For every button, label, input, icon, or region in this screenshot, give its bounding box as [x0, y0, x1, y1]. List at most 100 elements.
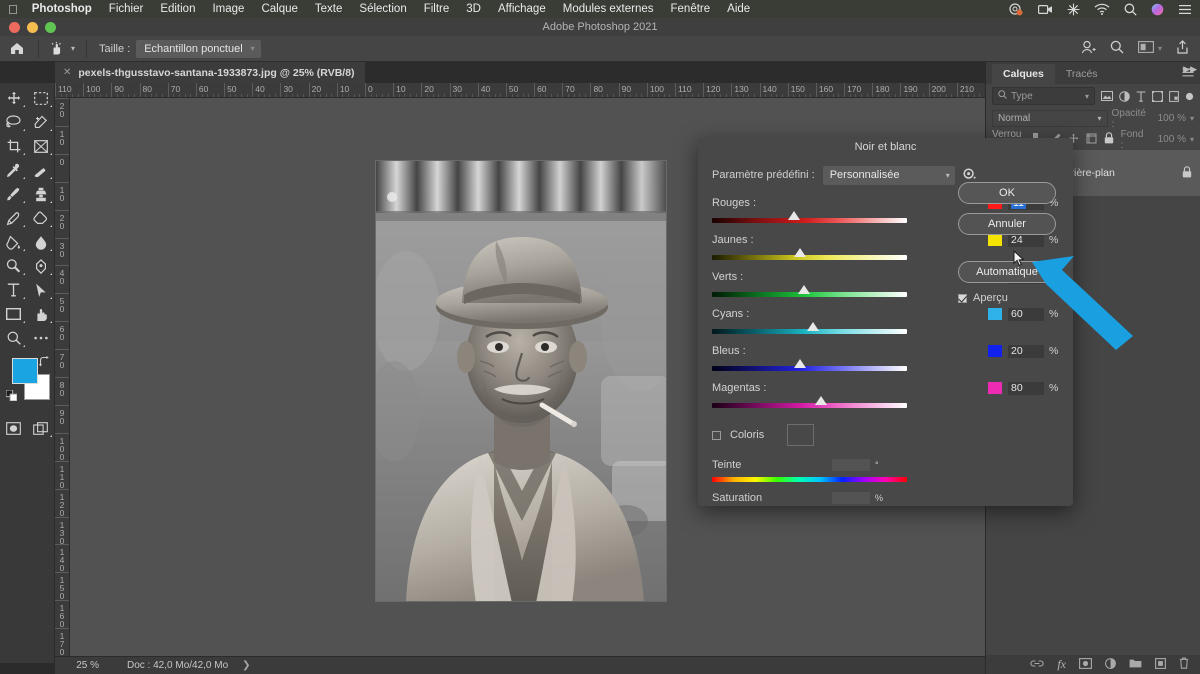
delete-layer-icon[interactable]	[1179, 657, 1189, 672]
blend-mode-select[interactable]: Normal ▾	[992, 110, 1108, 127]
fx-icon[interactable]: fx	[1057, 657, 1066, 672]
channel-slider-knob[interactable]	[807, 322, 820, 331]
siri-icon[interactable]	[1151, 3, 1164, 16]
channel-slider[interactable]	[712, 285, 907, 297]
smartobject-filter-icon[interactable]	[1169, 90, 1179, 102]
quick-mask-icon[interactable]	[0, 416, 27, 440]
frame-tool[interactable]	[27, 134, 54, 158]
vertical-ruler[interactable]: 20 10 0 10 20 30 40 50 60 70 80 90 100 110 120 130 140 15…	[55, 98, 70, 656]
arrange-chevron-icon[interactable]: ▾	[1158, 44, 1162, 53]
lock-artboard-icon[interactable]	[1086, 133, 1097, 147]
channel-slider-knob[interactable]	[793, 248, 806, 257]
channel-slider[interactable]	[712, 248, 907, 260]
menu-item-filtre[interactable]: Filtre	[424, 3, 450, 15]
pixel-filter-icon[interactable]	[1101, 91, 1113, 101]
channel-slider[interactable]	[712, 396, 907, 408]
shape-filter-icon[interactable]	[1152, 90, 1163, 102]
menu-item-aide[interactable]: Aide	[727, 3, 750, 15]
rectangular-marquee-tool[interactable]	[27, 86, 54, 110]
control-center-icon[interactable]	[1178, 4, 1192, 15]
crop-tool[interactable]	[0, 134, 27, 158]
menu-item-texte[interactable]: Texte	[315, 3, 343, 15]
eraser-tool[interactable]	[27, 206, 54, 230]
new-group-icon[interactable]	[1129, 658, 1142, 671]
tint-slider[interactable]	[712, 477, 907, 482]
document-image[interactable]	[375, 160, 667, 602]
collapse-panel-icon[interactable]: ▶▶	[1183, 64, 1197, 75]
cancel-button[interactable]: Annuler	[958, 213, 1056, 235]
user-add-icon[interactable]	[1081, 40, 1096, 57]
screen-mode-icon[interactable]	[27, 416, 54, 440]
rectangle-tool[interactable]	[0, 302, 27, 326]
menu-item-modules-externes[interactable]: Modules externes	[563, 3, 654, 15]
close-tab-icon[interactable]: ✕	[63, 67, 71, 78]
channel-slider-knob[interactable]	[815, 396, 828, 405]
menu-item-image[interactable]: Image	[212, 3, 244, 15]
zoom-level[interactable]: 25 %	[55, 660, 107, 671]
tool-preset-chevron-icon[interactable]: ▾	[69, 44, 82, 53]
pen-tool[interactable]	[27, 254, 54, 278]
eyedropper-tool[interactable]	[0, 158, 27, 182]
preview-checkbox[interactable]	[958, 293, 967, 303]
foreground-color-swatch[interactable]	[12, 358, 38, 384]
lock-all-icon[interactable]	[1104, 132, 1114, 147]
clone-stamp-tool[interactable]	[27, 182, 54, 206]
ok-button[interactable]: OK	[958, 182, 1056, 204]
swap-colors-icon[interactable]	[39, 356, 50, 369]
adjustment-layer-icon[interactable]	[1105, 657, 1116, 672]
menu-item-fenetre[interactable]: Fenêtre	[671, 3, 711, 15]
new-layer-icon[interactable]	[1155, 657, 1166, 672]
channel-slider[interactable]	[712, 211, 907, 223]
search-icon[interactable]	[1124, 3, 1137, 16]
opacity-control[interactable]: Opacité : 100 % ▾	[1112, 108, 1194, 130]
move-tool[interactable]	[0, 86, 27, 110]
tint-input[interactable]	[832, 459, 870, 471]
lasso-tool[interactable]	[0, 110, 27, 134]
preset-select[interactable]: Personnalisée ▾	[822, 165, 955, 185]
video-camera-icon[interactable]	[1038, 4, 1053, 15]
menu-item-edition[interactable]: Edition	[160, 3, 195, 15]
sample-size-select[interactable]: Echantillon ponctuel ▾	[136, 39, 261, 58]
dropbox-icon[interactable]	[1067, 3, 1080, 16]
channel-value-input[interactable]: 80	[1008, 381, 1044, 395]
saturation-input[interactable]	[832, 492, 870, 504]
history-brush-tool[interactable]	[0, 206, 27, 230]
layer-filter-select[interactable]: Type ▾	[992, 87, 1095, 105]
channel-slider-knob[interactable]	[787, 211, 800, 220]
menu-item-fichier[interactable]: Fichier	[109, 3, 144, 15]
eyedropper-hand-icon[interactable]	[43, 41, 69, 56]
gear-icon[interactable]	[963, 167, 976, 183]
type-tool[interactable]	[0, 278, 27, 302]
brush-tool[interactable]	[0, 182, 27, 206]
coloris-row[interactable]: Coloris	[712, 424, 1059, 446]
gradient-tool[interactable]	[0, 230, 27, 254]
lock-icon[interactable]	[1182, 165, 1192, 181]
link-layers-icon[interactable]	[1030, 659, 1044, 671]
document-tab[interactable]: ✕ pexels-thgusstavo-santana-1933873.jpg …	[55, 62, 366, 83]
apple-icon[interactable]: 	[8, 3, 18, 16]
channel-slider[interactable]	[712, 359, 907, 371]
wifi-icon[interactable]	[1094, 3, 1110, 15]
black-and-white-dialog[interactable]: Noir et blanc Paramètre prédéfini : Pers…	[698, 138, 1073, 506]
channel-slider[interactable]	[712, 322, 907, 334]
adjustment-filter-icon[interactable]	[1119, 90, 1130, 102]
fill-control[interactable]: Fond : 100 % ▾	[1121, 129, 1194, 151]
filter-toggle-icon[interactable]	[1185, 92, 1194, 101]
search-icon[interactable]	[1110, 40, 1124, 57]
channel-slider-knob[interactable]	[793, 359, 806, 368]
menu-item-selection[interactable]: Sélection	[359, 3, 406, 15]
more-tools[interactable]	[27, 326, 54, 350]
menu-item-affichage[interactable]: Affichage	[498, 3, 546, 15]
share-icon[interactable]	[1176, 40, 1189, 57]
type-filter-icon[interactable]	[1136, 90, 1146, 102]
arrange-documents-icon[interactable]	[1138, 41, 1154, 56]
default-colors-icon[interactable]	[5, 389, 18, 404]
hand-tool[interactable]	[27, 302, 54, 326]
tab-traces[interactable]: Tracés	[1055, 64, 1109, 84]
menu-item-3d[interactable]: 3D	[466, 3, 481, 15]
coloris-color-well[interactable]	[787, 424, 815, 446]
dodge-tool[interactable]	[0, 254, 27, 278]
home-icon[interactable]	[0, 42, 34, 55]
menu-item-photoshop[interactable]: Photoshop	[32, 3, 92, 15]
tab-calques[interactable]: Calques	[992, 64, 1055, 84]
